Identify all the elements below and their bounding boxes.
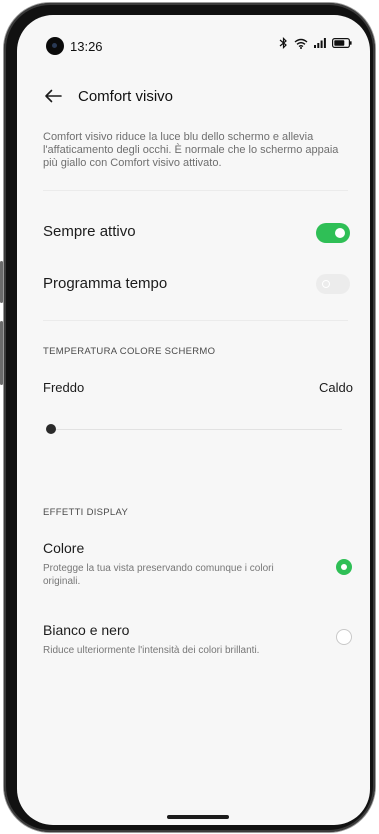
radio-color-selected[interactable] [336, 559, 352, 575]
schedule-label: Programma tempo [43, 275, 168, 292]
slider-track [51, 428, 342, 430]
divider [43, 320, 348, 321]
toggle-knob [322, 280, 330, 288]
phone-frame: 13:26 Comfort visivo Comfort visivo ridu… [0, 3, 375, 832]
screen: 13:26 Comfort visivo Comfort visivo ridu… [17, 15, 370, 825]
temperature-section-title: TEMPERATURA COLORE SCHERMO [43, 346, 216, 357]
page-title: Comfort visivo [78, 88, 174, 105]
header: Comfort visivo [17, 81, 370, 115]
divider [43, 190, 348, 191]
slider-min-label: Freddo [43, 380, 85, 395]
option-description: Protegge la tua vista preservando comunq… [43, 563, 274, 587]
wifi-icon [294, 38, 308, 49]
always-on-toggle[interactable] [316, 223, 350, 243]
bluetooth-icon [279, 37, 287, 49]
effects-section-title: EFFETTI DISPLAY [43, 507, 129, 518]
home-indicator[interactable] [167, 815, 229, 819]
battery-icon [332, 38, 352, 48]
arrow-left-icon [45, 89, 62, 103]
power-button [0, 321, 3, 385]
always-on-label: Sempre attivo [43, 223, 136, 240]
status-icons [279, 37, 352, 49]
radio-black-white[interactable] [336, 629, 352, 645]
slider-thumb[interactable] [46, 424, 56, 434]
option-description: Riduce ulteriormente l'intensità dei col… [43, 645, 260, 656]
signal-icon [314, 38, 326, 48]
slider-max-label: Caldo [319, 380, 353, 395]
toggle-knob [335, 228, 345, 238]
camera-icon [46, 37, 64, 55]
color-temperature-slider[interactable] [46, 423, 342, 435]
option-title: Bianco e nero [43, 622, 130, 638]
status-time: 13:26 [70, 39, 103, 54]
volume-button [0, 261, 3, 303]
description-text: Comfort visivo riduce la luce blu dello … [43, 131, 339, 169]
option-title: Colore [43, 540, 85, 556]
status-bar: 13:26 [17, 15, 370, 59]
schedule-toggle[interactable] [316, 274, 350, 294]
back-button[interactable] [41, 81, 65, 111]
